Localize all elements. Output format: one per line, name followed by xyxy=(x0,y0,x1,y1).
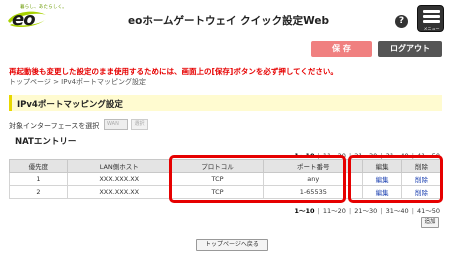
section-title: IPv4ポートマッピング設定 xyxy=(17,100,123,110)
edit-link[interactable]: 編集 xyxy=(362,172,403,186)
menu-bar-icon xyxy=(423,15,440,18)
interface-select-button[interactable]: 選択 xyxy=(131,119,148,130)
column-header-protocol: プロトコル xyxy=(170,159,265,173)
delete-link[interactable]: 削除 xyxy=(401,185,442,199)
column-header-edit: 編集 xyxy=(362,159,403,173)
pager-bottom: 1～10 | 11～20 | 21～30 | 31～40 | 41～50 xyxy=(294,207,440,215)
column-header-priority: 優先度 xyxy=(9,159,68,173)
lan-host-cell: XXX.XXX.XX xyxy=(66,185,172,199)
column-header-delete: 削除 xyxy=(401,159,442,173)
priority-cell: 2 xyxy=(9,185,68,199)
pager-link[interactable]: 21～30 xyxy=(354,207,377,215)
help-icon[interactable]: ? xyxy=(395,15,408,28)
protocol-cell: TCP xyxy=(170,172,265,186)
column-header-lan-host: LAN側ホスト xyxy=(66,159,172,173)
pager-link[interactable]: 31～40 xyxy=(386,207,409,215)
save-notice: 再起動後も変更した設定のまま使用するためには、画面上の[保存]ボタンを必ず押して… xyxy=(9,67,338,76)
delete-link[interactable]: 削除 xyxy=(401,172,442,186)
interface-select[interactable]: WAN xyxy=(104,119,128,130)
logo-text: eo xyxy=(12,9,36,30)
add-button[interactable]: 追加 xyxy=(421,217,439,228)
port-cell: any xyxy=(263,172,364,186)
menu-bar-icon xyxy=(423,20,440,23)
menu-button[interactable]: メニュー xyxy=(417,5,444,32)
pager-current: 1～10 xyxy=(294,207,315,215)
column-header-port: ポート番号 xyxy=(263,159,364,173)
protocol-cell: TCP xyxy=(170,185,265,199)
pager-link[interactable]: 11～20 xyxy=(323,207,346,215)
nat-entry-table: 優先度 LAN側ホスト プロトコル ポート番号 編集 削除 1 XXX.XXX.… xyxy=(9,159,442,199)
port-cell: 1-65535 xyxy=(263,185,364,199)
table-header-row: 優先度 LAN側ホスト プロトコル ポート番号 編集 削除 xyxy=(9,159,442,173)
section-header: IPv4ポートマッピング設定 xyxy=(9,95,442,111)
back-to-top-button[interactable]: トップページへ戻る xyxy=(196,239,268,251)
menu-bar-icon xyxy=(423,10,440,13)
nat-entry-title: NATエントリー xyxy=(15,137,77,147)
interface-label: 対象インターフェースを選択 xyxy=(9,122,100,130)
logout-button[interactable]: ログアウト xyxy=(378,41,442,57)
pager-link[interactable]: 41～50 xyxy=(417,207,440,215)
table-row: 1 XXX.XXX.XX TCP any 編集 削除 xyxy=(9,172,442,186)
breadcrumb: トップページ > IPv4ポートマッピング設定 xyxy=(9,78,147,86)
lan-host-cell: XXX.XXX.XX xyxy=(66,172,172,186)
priority-cell: 1 xyxy=(9,172,68,186)
eo-logo: 暮らし、あたらしく。 eo xyxy=(6,4,67,30)
table-row: 2 XXX.XXX.XX TCP 1-65535 編集 削除 xyxy=(9,185,442,199)
edit-link[interactable]: 編集 xyxy=(362,185,403,199)
page-title: eoホームゲートウェイ クイック設定Web xyxy=(128,15,330,27)
save-button[interactable]: 保 存 xyxy=(311,41,372,57)
menu-label: メニュー xyxy=(423,26,440,31)
header: 暮らし、あたらしく。 eo eoホームゲートウェイ クイック設定Web ? メニ… xyxy=(0,0,450,36)
